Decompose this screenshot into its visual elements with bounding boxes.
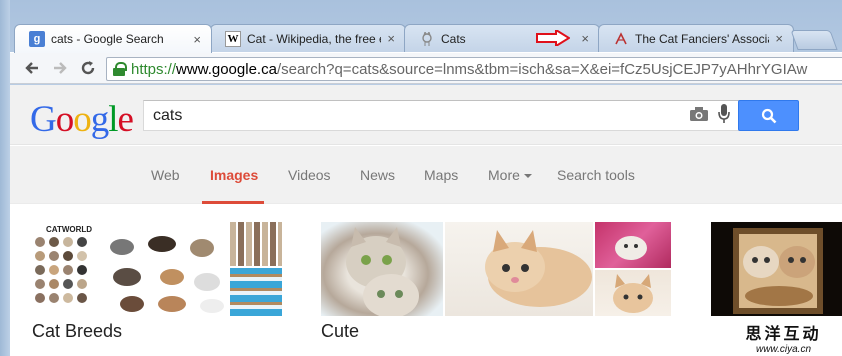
close-icon[interactable]: × (387, 31, 395, 46)
address-bar[interactable]: https://www.google.ca/search?q=cats&sour… (106, 57, 842, 81)
catworld-logo-text: CATWORLD (46, 225, 92, 234)
tab-web[interactable]: Web (151, 167, 180, 183)
wikipedia-w-icon: W (225, 30, 241, 47)
browser-toolbar: https://www.google.ca/search?q=cats&sour… (10, 52, 842, 84)
cat-site-icon (419, 31, 435, 47)
watermark-url: www.ciya.cn (755, 343, 811, 355)
url-scheme: https:// (131, 60, 177, 78)
google-g-icon: g (29, 31, 45, 47)
microphone-icon[interactable] (718, 104, 730, 124)
tab-images[interactable]: Images (210, 167, 258, 183)
google-logo[interactable]: Google (30, 98, 134, 141)
image-thumbnail[interactable] (595, 270, 671, 316)
arrow-left-icon (25, 62, 38, 74)
back-button[interactable] (18, 54, 46, 82)
tab-title: Cat - Wikipedia, the free e (247, 31, 382, 46)
search-tools-button[interactable]: Search tools (557, 167, 635, 183)
tab-strip: g cats - Google Search × W Cat - Wikiped… (14, 24, 842, 53)
tab-google-search[interactable]: g cats - Google Search × (14, 24, 212, 53)
watermark: 思洋互动 www.ciya.cn (725, 318, 842, 356)
new-tab-button[interactable] (790, 30, 838, 50)
search-icon (761, 108, 776, 123)
cfa-icon (613, 31, 629, 47)
window-left-border (0, 0, 10, 356)
search-input[interactable]: cats (143, 100, 743, 131)
forward-button[interactable] (46, 54, 74, 82)
active-tab-indicator (202, 201, 264, 204)
tab-news[interactable]: News (360, 167, 395, 183)
red-arrow-icon (536, 30, 570, 46)
result-group-kittens[interactable] (711, 222, 842, 316)
tab-maps[interactable]: Maps (424, 167, 458, 183)
url-host: www.google.ca (176, 60, 277, 78)
search-button[interactable] (738, 100, 799, 131)
result-group-label[interactable]: Cat Breeds (32, 321, 122, 342)
tab-more[interactable]: More (488, 167, 532, 183)
arrow-right-icon (54, 62, 67, 74)
page-content: Google cats Web Images Videos News Maps … (10, 85, 842, 356)
image-thumbnail[interactable] (445, 222, 593, 316)
image-thumbnail[interactable]: CATWORLD (32, 222, 228, 316)
image-thumbnail[interactable] (595, 222, 671, 268)
tab-cats[interactable]: Cats × (404, 24, 600, 52)
search-type-nav: Web Images Videos News Maps More Search … (10, 146, 842, 204)
lock-icon (113, 62, 127, 76)
image-thumbnail[interactable] (711, 222, 842, 316)
close-icon[interactable]: × (581, 31, 589, 46)
tab-wikipedia[interactable]: W Cat - Wikipedia, the free e × (210, 24, 406, 52)
watermark-chinese-text: 思洋互动 (745, 325, 822, 343)
result-group-cat-breeds[interactable]: CATWORLD (32, 222, 282, 316)
image-thumbnail[interactable] (230, 222, 282, 266)
tab-title: The Cat Fanciers' Associat (635, 31, 770, 46)
image-thumbnail[interactable] (321, 222, 444, 316)
reload-button[interactable] (74, 54, 102, 82)
tab-more-label: More (488, 167, 520, 183)
tab-title: cats - Google Search (51, 32, 164, 46)
result-group-label[interactable]: Cute (321, 321, 359, 342)
url-path: /search?q=cats&source=lnms&tbm=isch&sa=X… (276, 60, 808, 78)
tab-cfa[interactable]: The Cat Fanciers' Associat × (598, 24, 794, 52)
search-query: cats (153, 106, 183, 124)
close-icon[interactable]: × (193, 32, 201, 47)
camera-icon[interactable] (690, 107, 708, 121)
close-icon[interactable]: × (775, 31, 783, 46)
tab-videos[interactable]: Videos (288, 167, 331, 183)
reload-icon (81, 61, 95, 75)
chevron-down-icon (523, 174, 532, 179)
image-thumbnail[interactable] (230, 268, 282, 316)
google-header: Google cats (10, 85, 842, 145)
result-group-cute[interactable] (321, 222, 671, 316)
